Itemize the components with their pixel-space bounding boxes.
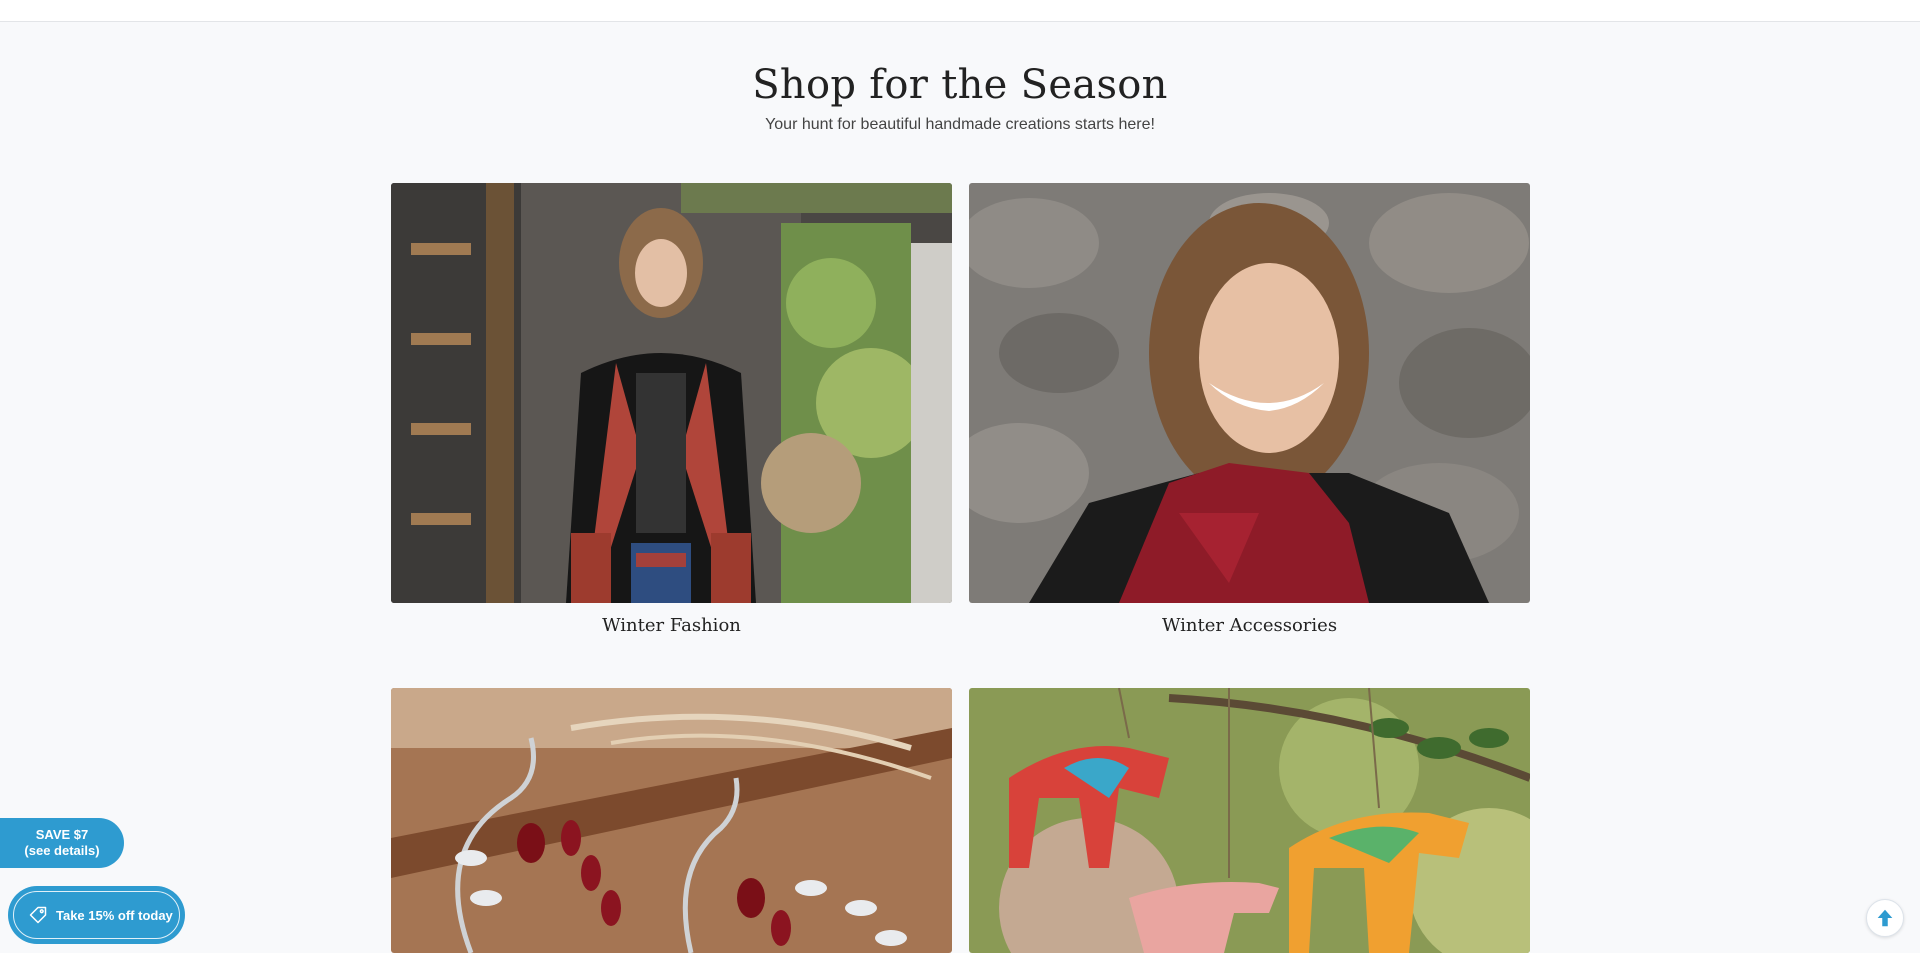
category-card-jewelry[interactable] xyxy=(391,688,952,953)
category-card-ornaments[interactable] xyxy=(969,688,1530,953)
category-image-winter-accessories[interactable] xyxy=(969,183,1530,603)
section-subtitle: Your hunt for beautiful handmade creatio… xyxy=(765,116,1155,133)
section-title: Shop for the Season xyxy=(752,62,1168,108)
discount-offer-inner: Take 15% off today xyxy=(13,891,180,939)
tag-icon xyxy=(29,906,47,924)
discount-offer-button[interactable]: Take 15% off today xyxy=(8,886,185,944)
save-offer-badge[interactable]: SAVE $7 (see details) xyxy=(0,818,124,868)
discount-offer-label: Take 15% off today xyxy=(56,907,173,923)
scroll-to-top-button[interactable] xyxy=(1866,899,1904,937)
category-image-winter-fashion[interactable] xyxy=(391,183,952,603)
category-label-winter-accessories[interactable]: Winter Accessories xyxy=(969,615,1530,636)
category-image-jewelry[interactable] xyxy=(391,688,952,953)
save-offer-details: (see details) xyxy=(24,843,100,858)
category-card-winter-accessories[interactable]: Winter Accessories xyxy=(969,183,1530,636)
header-bar xyxy=(0,0,1920,22)
category-image-ornaments[interactable] xyxy=(969,688,1530,953)
arrow-up-icon xyxy=(1877,909,1893,927)
save-offer-amount: SAVE $7 xyxy=(35,827,89,842)
category-card-winter-fashion[interactable]: Winter Fashion xyxy=(391,183,952,636)
category-label-winter-fashion[interactable]: Winter Fashion xyxy=(391,615,952,636)
